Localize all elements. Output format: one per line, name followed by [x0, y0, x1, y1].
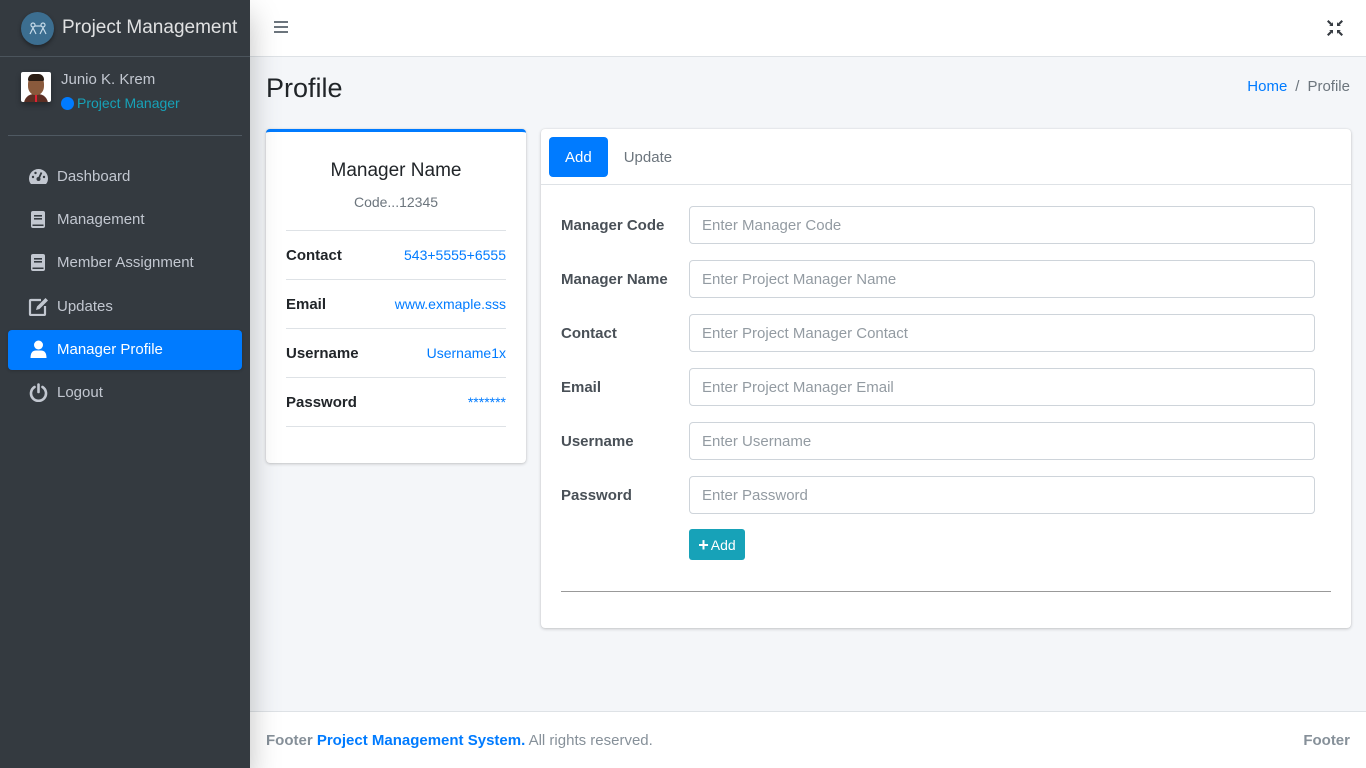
- footer: Footer Project Management System. All ri…: [250, 711, 1366, 768]
- compress-icon[interactable]: [1326, 19, 1344, 37]
- top-navbar: [250, 0, 1366, 57]
- user-icon: [27, 340, 49, 360]
- tab-update[interactable]: Update: [608, 137, 688, 177]
- profile-row-label: Password: [286, 393, 357, 411]
- profile-name: Manager Name: [330, 160, 462, 181]
- sidebar-item-member-assignment[interactable]: Member Assignment: [8, 243, 242, 283]
- sidebar-item-label: Member Assignment: [57, 254, 194, 272]
- form-tabs: Add Update: [541, 129, 1351, 185]
- user-panel: Junio K. Krem Project Manager: [8, 57, 242, 136]
- form-row-password: Password: [561, 476, 1331, 514]
- profile-row-username: Username Username1x: [286, 329, 506, 378]
- profile-row-label: Email: [286, 295, 327, 313]
- form-row-email: Email: [561, 368, 1331, 406]
- username-input[interactable]: [689, 422, 1315, 460]
- field-label: Manager Name: [561, 270, 668, 288]
- profile-card: Manager Name Code...12345 Contact 543+55…: [266, 129, 526, 463]
- footer-link[interactable]: Project Management System.: [317, 732, 525, 749]
- profile-row-value[interactable]: Username1x: [427, 345, 506, 361]
- footer-left: Footer Project Management System. All ri…: [266, 732, 653, 749]
- sidebar-item-label: Updates: [57, 297, 113, 315]
- page-title: Profile: [266, 73, 343, 103]
- breadcrumb-home-link[interactable]: Home: [1247, 78, 1287, 95]
- profile-row-label: Contact: [286, 246, 342, 264]
- profile-code: Code...12345: [353, 194, 439, 210]
- manager-form-card: Add Update Manager Code Manager Name Con…: [541, 129, 1351, 628]
- sidebar-item-label: Manager Profile: [57, 341, 163, 359]
- sidebar-item-manager-profile[interactable]: Manager Profile: [8, 329, 242, 370]
- breadcrumb-current: Profile: [1307, 78, 1350, 95]
- footer-prefix: Footer: [266, 731, 313, 749]
- sidebar-nav: Dashboard Management Member Assignment U…: [0, 136, 250, 413]
- sidebar-item-logout[interactable]: Logout: [8, 373, 242, 413]
- tab-add[interactable]: Add: [549, 137, 608, 177]
- sidebar: Project Management Junio K. Krem Project…: [0, 0, 250, 768]
- footer-suffix: All rights reserved.: [528, 731, 653, 749]
- brand-logo-icon: [21, 11, 54, 45]
- hamburger-menu-icon[interactable]: [274, 21, 288, 34]
- status-dot-icon: [61, 96, 74, 110]
- profile-row-value[interactable]: *******: [468, 394, 506, 410]
- profile-row-value[interactable]: 543+5555+6555: [404, 247, 506, 263]
- form-row-manager-name: Manager Name: [561, 260, 1331, 298]
- profile-row-email: Email www.exmaple.sss: [286, 280, 506, 329]
- manager-name-input[interactable]: [689, 260, 1315, 298]
- add-button[interactable]: + Add: [689, 529, 745, 560]
- user-role-label: Project Manager: [77, 95, 180, 111]
- breadcrumb: Home / Profile: [1247, 78, 1350, 95]
- manager-code-input[interactable]: [689, 206, 1315, 244]
- user-role: Project Manager: [61, 95, 180, 111]
- password-input[interactable]: [689, 476, 1315, 514]
- field-label: Username: [561, 432, 634, 450]
- field-label: Manager Code: [561, 216, 665, 234]
- sidebar-item-label: Dashboard: [57, 167, 131, 185]
- profile-row-contact: Contact 543+5555+6555: [286, 231, 506, 280]
- add-button-label: Add: [710, 536, 736, 553]
- field-label: Password: [561, 486, 632, 504]
- sidebar-item-label: Management: [57, 210, 145, 228]
- sidebar-item-label: Logout: [57, 384, 103, 402]
- form-row-manager-code: Manager Code: [561, 206, 1331, 244]
- field-label: Email: [561, 378, 602, 396]
- profile-row-value[interactable]: www.exmaple.sss: [395, 296, 506, 312]
- sidebar-item-updates[interactable]: Updates: [8, 286, 242, 326]
- form-divider: [561, 591, 1331, 592]
- power-icon: [27, 383, 49, 403]
- brand-link[interactable]: Project Management: [0, 0, 250, 57]
- sidebar-item-management[interactable]: Management: [8, 199, 242, 239]
- field-label: Contact: [561, 324, 617, 342]
- book-icon: [27, 209, 49, 229]
- form-row-contact: Contact: [561, 314, 1331, 352]
- tachometer-icon: [27, 166, 49, 186]
- edit-icon: [27, 296, 49, 316]
- plus-icon: +: [698, 534, 709, 555]
- brand-name: Project Management: [62, 17, 238, 38]
- sidebar-item-dashboard[interactable]: Dashboard: [8, 156, 242, 196]
- user-name[interactable]: Junio K. Krem: [61, 71, 180, 89]
- user-avatar[interactable]: [21, 72, 51, 102]
- form-body: Manager Code Manager Name Contact Email …: [541, 185, 1351, 592]
- profile-row-password: Password *******: [286, 378, 506, 427]
- form-row-username: Username: [561, 422, 1331, 460]
- footer-right: Footer: [1303, 731, 1350, 749]
- book-icon: [27, 253, 49, 273]
- contact-input[interactable]: [689, 314, 1315, 352]
- profile-row-label: Username: [286, 344, 359, 362]
- profile-details-list: Contact 543+5555+6555 Email www.exmaple.…: [286, 230, 506, 427]
- email-input[interactable]: [689, 368, 1315, 406]
- breadcrumb-separator: /: [1295, 78, 1300, 95]
